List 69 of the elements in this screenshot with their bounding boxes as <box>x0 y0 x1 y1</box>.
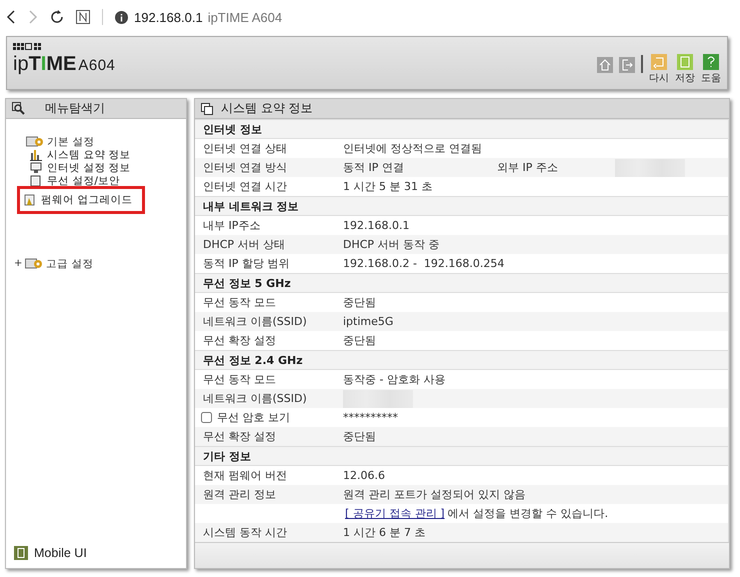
search-icon <box>12 102 25 115</box>
section-header: 내부 네트워크 정보 <box>195 196 728 216</box>
section-header: 인터넷 정보 <box>195 119 728 139</box>
row-label: 인터넷 연결 시간 <box>203 179 288 194</box>
undo-button[interactable]: 다시 <box>649 54 669 85</box>
mobile-ui-link[interactable]: Mobile UI <box>6 546 186 568</box>
row-value: 1 시간 5 분 31 초 <box>343 179 434 194</box>
sidebar-title: 메뉴탐색기 <box>45 100 105 117</box>
windows-icon <box>201 102 213 114</box>
row-label: DHCP 서버 상태 <box>203 237 286 252</box>
row-value: 중단됨 <box>343 333 377 348</box>
n-logo-icon[interactable] <box>76 10 90 24</box>
row-label: 시스템 동작 시간 <box>203 525 288 540</box>
tree-item[interactable]: 펌웨어 업그레이드 <box>20 189 142 211</box>
row-value: 중단됨 <box>343 295 377 310</box>
row-label: 무선 확장 설정 <box>203 333 277 348</box>
row-label: 네트워크 이름(SSID) <box>203 314 308 329</box>
row-value: 인터넷에 정상적으로 연결됨 <box>343 141 483 156</box>
row-label: 무선 확장 설정 <box>203 429 277 444</box>
row-value: 원격 관리 포트가 설정되어 있지 않음 <box>343 487 526 502</box>
panel-title: 시스템 요약 정보 <box>221 100 313 117</box>
tree-folder[interactable]: 기본 설정 <box>26 135 186 148</box>
row-label: 무선 동작 모드 <box>203 372 277 387</box>
row-label: 외부 IP 주소 <box>497 160 559 175</box>
row-value: 12.06.6 <box>343 469 386 482</box>
reload-icon[interactable] <box>50 10 64 24</box>
row-label: 내부 IP주소 <box>203 218 262 233</box>
tree-item[interactable]: 인터넷 설정 정보 <box>30 161 131 174</box>
row-value: iptime5G <box>343 315 394 328</box>
row-value: 동적 IP 연결 <box>343 160 405 175</box>
settings-link[interactable]: [ 공유기 접속 관리 ] <box>345 507 445 520</box>
info-icon[interactable] <box>115 10 128 24</box>
tree-folder[interactable]: + 고급 설정 <box>14 257 186 270</box>
tree-item[interactable]: 무선 설정/보안 <box>30 174 120 187</box>
row-label: 무선 동작 모드 <box>203 295 277 310</box>
row-label: 네트워크 이름(SSID) <box>203 391 308 406</box>
row-value: 192.168.0.2 - 192.168.0.254 <box>343 257 504 270</box>
row-value: ********** <box>343 411 399 424</box>
row-label: 원격 관리 정보 <box>203 487 277 502</box>
row-value: 192.168.0.1 <box>343 219 410 232</box>
checkbox-label: 무선 암호 보기 <box>217 410 290 425</box>
tree-item[interactable]: 시스템 요약 정보 <box>30 148 131 161</box>
row-label: 인터넷 연결 상태 <box>203 141 288 156</box>
back-icon[interactable] <box>6 10 16 24</box>
save-button[interactable]: 저장 <box>675 54 695 85</box>
row-label: 동적 IP 할당 범위 <box>203 256 290 271</box>
url-host[interactable]: 192.168.0.1 <box>134 10 203 24</box>
row-value: 1 시간 6 분 7 초 <box>343 525 426 540</box>
phone-icon <box>14 546 28 560</box>
folder-icon <box>25 258 43 269</box>
row-value: 중단됨 <box>343 429 377 444</box>
row-value: DHCP 서버 동작 중 <box>343 237 441 252</box>
logo: ipTIMEA604 <box>13 53 116 76</box>
row-value: 동작중 - 암호화 사용 <box>343 372 446 387</box>
logo-dots-icon <box>13 43 43 51</box>
row-label: 현재 펌웨어 버전 <box>203 468 288 483</box>
folder-icon <box>26 136 44 147</box>
monitor-icon <box>30 162 42 174</box>
row-label: 인터넷 연결 방식 <box>203 160 288 175</box>
help-button[interactable]: 도움 <box>701 54 721 85</box>
section-header: 무선 정보 5 GHz <box>195 273 728 293</box>
section-header: 무선 정보 2.4 GHz <box>195 350 728 370</box>
page-icon <box>30 174 42 186</box>
chip-icon <box>24 194 36 206</box>
bar-chart-icon <box>30 148 42 160</box>
page-title: ipTIME A604 <box>208 10 282 24</box>
row-value: [ 공유기 접속 관리 ] 에서 설정을 변경할 수 있습니다. <box>345 506 608 521</box>
checkbox[interactable] <box>201 412 212 423</box>
section-header: 기타 정보 <box>195 446 728 466</box>
